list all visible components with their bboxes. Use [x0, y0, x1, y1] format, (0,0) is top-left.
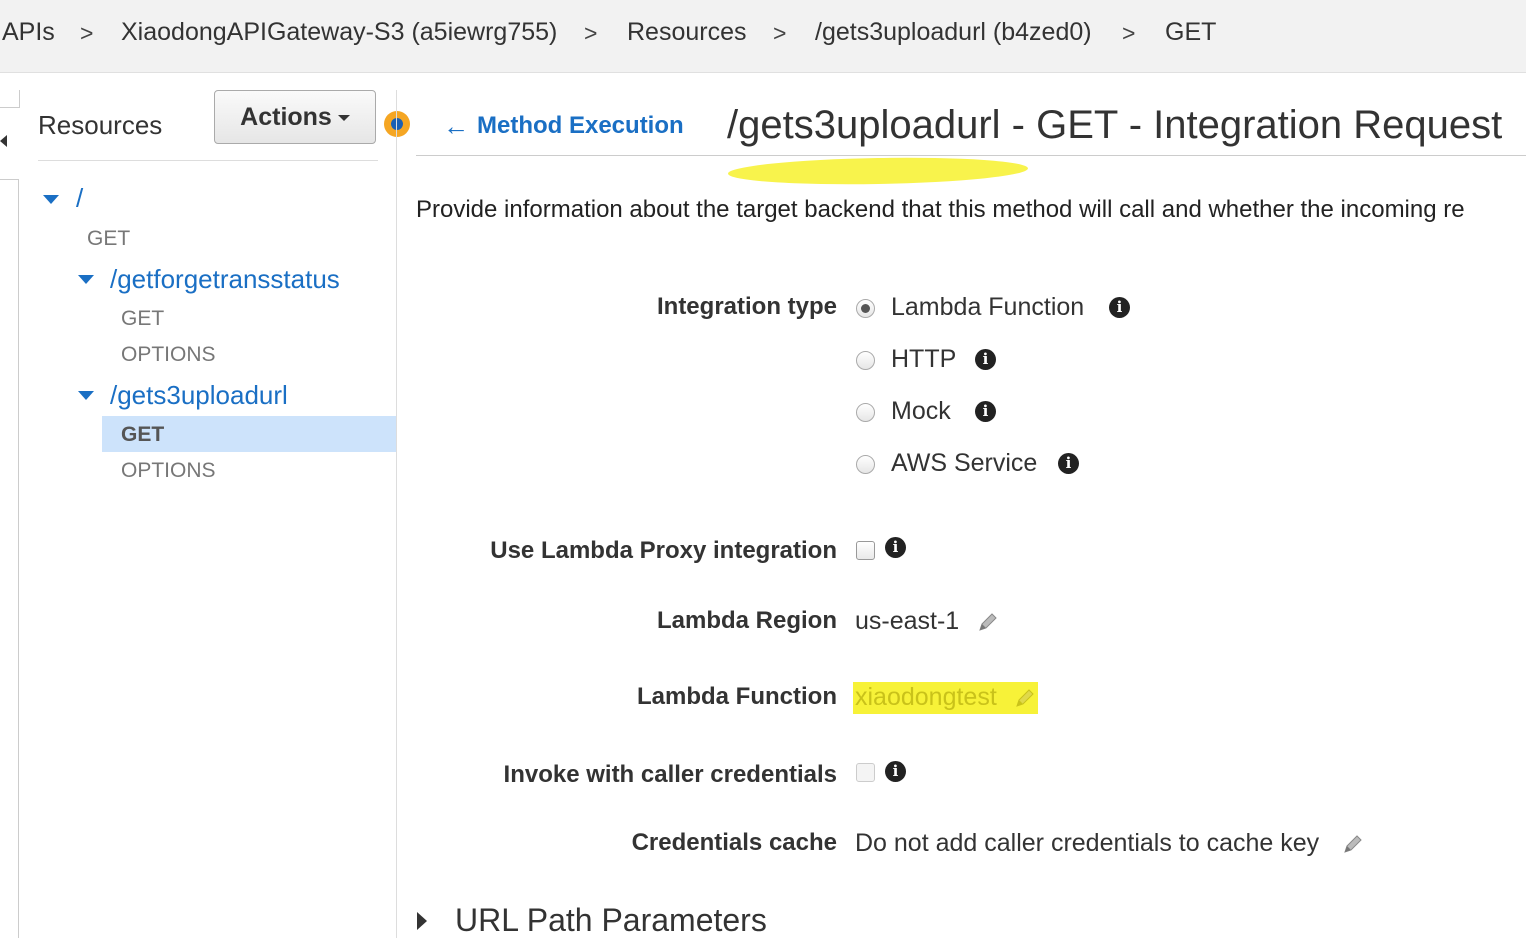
- method-execution-link[interactable]: ← Method Execution: [443, 112, 684, 140]
- integration-type-label: Integration type: [656, 293, 837, 320]
- info-icon[interactable]: i: [885, 761, 906, 782]
- breadcrumb-resource[interactable]: /gets3uploadurl (b4zed0): [815, 18, 1092, 47]
- tree-method-options[interactable]: OPTIONS: [121, 459, 216, 483]
- info-icon[interactable]: i: [1058, 453, 1079, 474]
- gutter-frame: [0, 90, 20, 108]
- invoke-credentials-label: Invoke with caller credentials: [503, 761, 837, 788]
- breadcrumb-separator: >: [584, 20, 598, 46]
- triangle-right-icon: [417, 911, 427, 930]
- pencil-icon[interactable]: [977, 611, 999, 633]
- info-icon[interactable]: i: [885, 537, 906, 558]
- radio-label-http[interactable]: HTTP: [891, 345, 956, 374]
- info-icon[interactable]: i: [975, 349, 996, 370]
- tree-resource-gets3uploadurl[interactable]: /gets3uploadurl: [110, 380, 288, 411]
- panel-divider[interactable]: [396, 90, 397, 938]
- url-path-parameters-title: URL Path Parameters: [455, 902, 767, 938]
- gutter-divider: [0, 179, 19, 180]
- tree-method-root-get[interactable]: GET: [87, 227, 130, 251]
- method-execution-label: Method Execution: [477, 112, 684, 139]
- invoke-credentials-checkbox[interactable]: [856, 763, 875, 782]
- highlight-mark: [727, 155, 1029, 187]
- lambda-function-value: xiaodongtest: [855, 683, 997, 711]
- radio-http[interactable]: [856, 351, 875, 370]
- page-description: Provide information about the target bac…: [416, 196, 1465, 223]
- breadcrumb-separator: >: [773, 20, 787, 46]
- breadcrumb-apis[interactable]: APIs: [2, 18, 55, 47]
- triangle-down-icon[interactable]: [78, 275, 94, 284]
- radio-label-lambda-function[interactable]: Lambda Function: [891, 293, 1084, 322]
- breadcrumb-separator: >: [1122, 20, 1136, 46]
- triangle-down-icon[interactable]: [78, 391, 94, 400]
- pencil-icon[interactable]: [1014, 687, 1036, 709]
- radio-mock[interactable]: [856, 403, 875, 422]
- caret-down-icon: [337, 115, 350, 121]
- actions-button-label: Actions: [240, 102, 332, 131]
- radio-aws-service[interactable]: [856, 455, 875, 474]
- url-path-parameters-section[interactable]: URL Path Parameters: [416, 902, 767, 939]
- pencil-icon[interactable]: [1342, 833, 1364, 855]
- status-indicator-icon: [384, 111, 410, 137]
- lambda-function-label: Lambda Function: [637, 683, 837, 710]
- breadcrumb: APIs > XiaodongAPIGateway-S3 (a5iewrg755…: [0, 0, 1526, 73]
- radio-label-aws-service[interactable]: AWS Service: [891, 449, 1037, 478]
- breadcrumb-method: GET: [1165, 18, 1217, 46]
- gutter-divider: [18, 180, 19, 938]
- lambda-proxy-label: Use Lambda Proxy integration: [490, 537, 837, 564]
- tree-method-get[interactable]: GET: [121, 307, 164, 331]
- tree-resource-getforgetransstatus[interactable]: /getforgetransstatus: [110, 264, 340, 295]
- resources-title: Resources: [38, 110, 163, 140]
- credentials-cache-value: Do not add caller credentials to cache k…: [855, 829, 1320, 857]
- triangle-down-icon[interactable]: [43, 195, 59, 204]
- radio-label-mock[interactable]: Mock: [891, 397, 951, 426]
- radio-lambda-function[interactable]: [856, 299, 875, 318]
- info-icon[interactable]: i: [975, 401, 996, 422]
- lambda-region-label: Lambda Region: [656, 607, 837, 634]
- breadcrumb-separator: >: [80, 20, 94, 46]
- credentials-cache-label: Credentials cache: [631, 829, 837, 856]
- breadcrumb-api-name[interactable]: XiaodongAPIGateway-S3 (a5iewrg755): [121, 18, 557, 47]
- divider: [38, 160, 378, 161]
- lambda-proxy-checkbox[interactable]: [856, 541, 875, 560]
- tree-method-get-selected[interactable]: GET: [121, 423, 164, 447]
- page-title: /gets3uploadurl - GET - Integration Requ…: [727, 103, 1503, 147]
- actions-button[interactable]: Actions: [214, 90, 376, 144]
- arrow-left-icon: ←: [443, 111, 469, 141]
- info-icon[interactable]: i: [1109, 297, 1130, 318]
- divider: [416, 155, 1526, 156]
- tree-method-options[interactable]: OPTIONS: [121, 343, 216, 367]
- breadcrumb-resources[interactable]: Resources: [627, 18, 747, 47]
- collapse-sidebar-icon[interactable]: [0, 135, 7, 147]
- tree-resource-root[interactable]: /: [76, 183, 83, 214]
- lambda-region-value: us-east-1: [855, 607, 960, 635]
